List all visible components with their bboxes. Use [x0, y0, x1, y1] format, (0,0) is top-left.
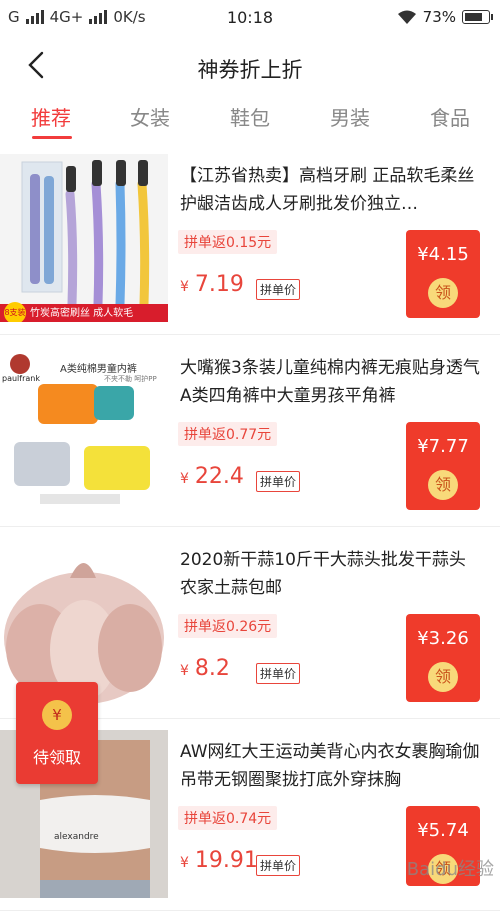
- claim-badge[interactable]: 领: [428, 278, 458, 308]
- rebate-label: 拼单返0.77元: [178, 422, 278, 446]
- rebate-label: 拼单返0.26元: [178, 614, 278, 638]
- active-tab-indicator: [32, 136, 72, 139]
- battery-percent: 73%: [422, 8, 456, 26]
- watermark: Baidu经验: [406, 859, 494, 880]
- group-price-tag: 拼单价: [256, 279, 301, 300]
- rebate-label: 拼单返0.74元: [178, 806, 278, 830]
- battery-icon: [462, 10, 493, 24]
- coupon-amount: ¥5.74: [417, 820, 469, 841]
- coupon-button[interactable]: ¥3.26 领: [406, 614, 480, 702]
- category-tabs: 推荐 女装 鞋包 男装 食品: [0, 98, 500, 142]
- product-image-print: alexandre: [54, 832, 99, 842]
- price: ¥7.19: [180, 272, 244, 297]
- product-image-subcaption: 不夹不勒 呵护PP: [104, 375, 157, 383]
- status-bar: G 4G+ 0K/s 10:18 73%: [0, 0, 500, 34]
- coupon-button[interactable]: ¥4.15 领: [406, 230, 480, 318]
- group-price-tag: 拼单价: [256, 663, 301, 684]
- brand-logo: paulfrank: [2, 374, 40, 383]
- price: ¥8.2: [180, 656, 230, 681]
- rebate-label: 拼单返0.15元: [178, 230, 278, 254]
- tab-women[interactable]: 女装: [110, 102, 190, 131]
- header: 神券折上折: [0, 34, 500, 98]
- list-item[interactable]: 8支装 竹炭高密刷丝 成人软毛 【江苏省热卖】高档牙刷 正品软毛柔丝护龈洁齿成人…: [0, 142, 500, 335]
- price: ¥19.91: [180, 848, 258, 873]
- product-image-caption: 竹炭高密刷丝 成人软毛: [30, 308, 134, 319]
- group-price-tag: 拼单价: [256, 855, 301, 876]
- product-image-underwear[interactable]: paulfrank A类纯棉男童内裤 不夹不勒 呵护PP: [0, 346, 168, 514]
- product-image-garlic[interactable]: [0, 538, 168, 706]
- page-title: 神券折上折: [197, 58, 303, 82]
- coupon-button[interactable]: ¥7.77 领: [406, 422, 480, 510]
- pending-reward-button[interactable]: ¥ 待领取: [16, 682, 98, 784]
- product-image-caption: A类纯棉男童内裤: [60, 364, 137, 375]
- coupon-amount: ¥7.77: [417, 436, 469, 457]
- tab-men[interactable]: 男装: [310, 102, 390, 131]
- product-title[interactable]: AW网红大王运动美背心内衣女裹胸瑜伽吊带无钢圈聚拢打底外穿抹胸: [180, 738, 480, 794]
- product-image-toothbrush[interactable]: 8支装 竹炭高密刷丝 成人软毛: [0, 154, 168, 322]
- group-price-tag: 拼单价: [256, 471, 301, 492]
- claim-badge[interactable]: 领: [428, 662, 458, 692]
- product-title[interactable]: 2020新干蒜10斤干大蒜头批发干蒜头农家土蒜包邮: [180, 546, 480, 602]
- claim-badge[interactable]: 领: [428, 470, 458, 500]
- price: ¥22.4: [180, 464, 244, 489]
- tab-food[interactable]: 食品: [410, 102, 490, 131]
- pending-reward-label: 待领取: [32, 748, 81, 767]
- product-title[interactable]: 【江苏省热卖】高档牙刷 正品软毛柔丝护龈洁齿成人牙刷批发价独立…: [180, 162, 480, 218]
- coupon-amount: ¥4.15: [417, 244, 469, 265]
- product-badge: 8支装: [4, 302, 26, 322]
- coin-icon: ¥: [42, 700, 72, 730]
- list-item[interactable]: paulfrank A类纯棉男童内裤 不夹不勒 呵护PP 大嘴猴3条装儿童纯棉内…: [0, 334, 500, 527]
- tab-recommend[interactable]: 推荐: [11, 102, 91, 131]
- tab-bags[interactable]: 鞋包: [210, 102, 290, 131]
- coupon-amount: ¥3.26: [417, 628, 469, 649]
- product-title[interactable]: 大嘴猴3条装儿童纯棉内裤无痕贴身透气A类四角裤中大童男孩平角裤: [180, 354, 480, 410]
- wifi-icon: [397, 10, 416, 24]
